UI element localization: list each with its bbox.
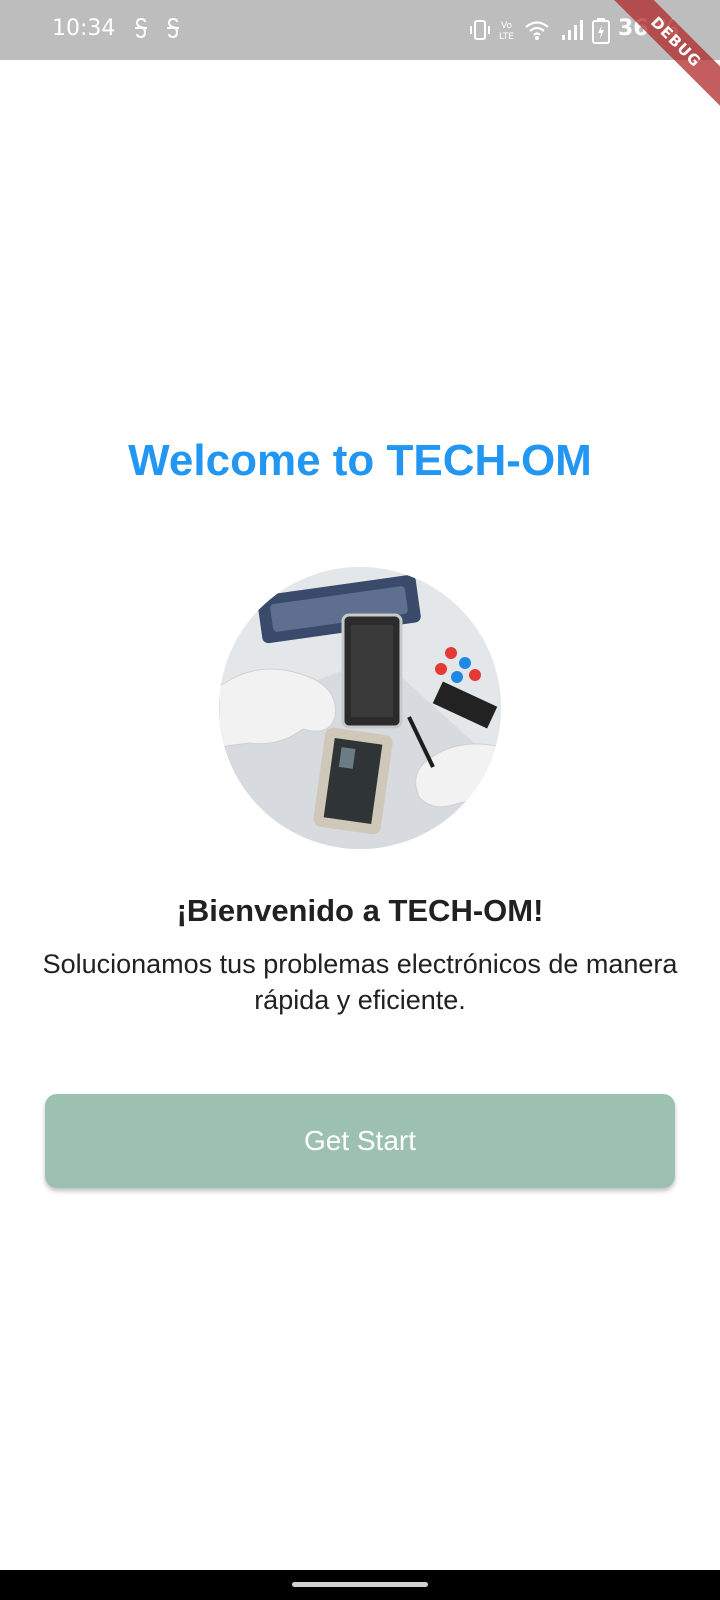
svg-text:Vo: Vo [501,21,512,31]
hero-image [219,567,501,849]
wifi-icon [525,21,549,40]
status-bar: 10:34 Vo LTE 36 % [0,0,720,60]
s-app-icon [165,17,181,39]
get-start-button[interactable]: Get Start [45,1094,675,1188]
battery-charging-icon [592,18,610,44]
s-app-icon [133,17,149,39]
page-title: Welcome to TECH-OM [128,436,592,485]
signal-icon [562,20,583,40]
status-time: 10:34 [52,16,116,41]
svg-text:LTE: LTE [499,32,514,42]
navigation-bar [0,1570,720,1600]
vibrate-icon [470,20,490,40]
volte-icon: Vo LTE [499,21,514,42]
greeting-heading: ¡Bienvenido a TECH-OM! [176,893,544,928]
home-indicator[interactable] [292,1582,428,1587]
subtitle-text: Solucionamos tus problemas electrónicos … [42,949,678,1015]
battery-percentage: 36 % [618,16,679,41]
